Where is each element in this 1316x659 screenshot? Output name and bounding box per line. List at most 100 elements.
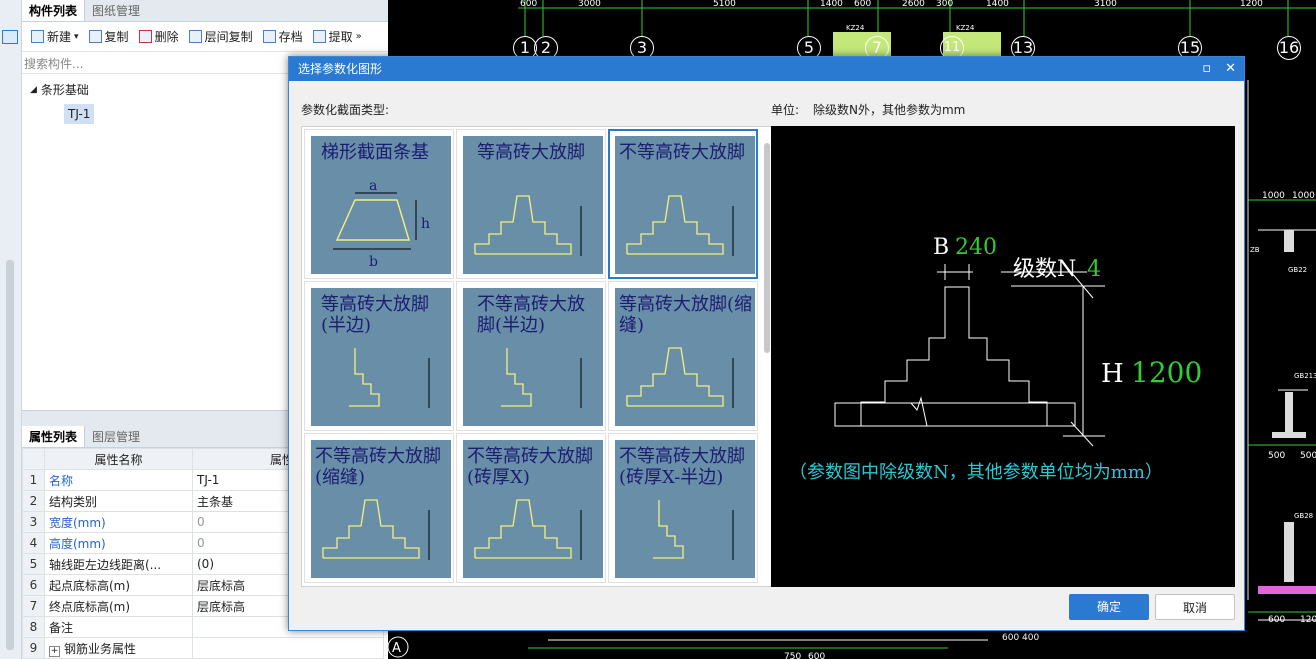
cad-dim-9: 3100 xyxy=(1094,0,1117,9)
cad-dim-7: 300 xyxy=(936,0,953,9)
property-name: 宽度(mm) xyxy=(44,511,193,533)
step-footing-figure xyxy=(626,195,734,256)
tab-layer-management[interactable]: 图层管理 xyxy=(85,426,147,447)
shape-thumbnail: 不等高砖大放脚 xyxy=(615,136,755,274)
extract-button[interactable]: 提取» xyxy=(308,28,367,45)
shape-equal-step-half[interactable]: 等高砖大放脚(半边) xyxy=(304,281,454,431)
cad-dim-right-5: 600 xyxy=(1268,615,1285,625)
delete-button[interactable]: 删除 xyxy=(134,28,184,45)
footing-outline xyxy=(626,347,724,407)
property-name-cell: + 钢筋业务属性 xyxy=(44,637,193,659)
dialog-title: 选择参数化图形 xyxy=(298,62,383,76)
table-row[interactable]: 9 + 钢筋业务属性 xyxy=(22,637,384,659)
shape-thumbnail: 等高砖大放脚 xyxy=(463,136,603,274)
gallery-scrollbar[interactable] xyxy=(764,143,770,353)
archive-icon xyxy=(262,30,276,43)
preview-h-label: H xyxy=(1101,359,1124,389)
step-footing-figure xyxy=(653,500,734,560)
shape-trapezoid[interactable]: 梯形截面条基 abh xyxy=(304,129,454,279)
cad-dim-bottom-2: 750 xyxy=(784,652,801,659)
copy-icon xyxy=(88,30,102,43)
row-number: 1 xyxy=(22,469,45,491)
more-icon[interactable]: » xyxy=(356,31,362,42)
new-icon xyxy=(31,30,44,43)
dropdown-arrow-icon: ▾ xyxy=(74,31,79,42)
property-name: 钢筋业务属性 xyxy=(64,641,137,656)
cad-dim-6: 2600 xyxy=(902,0,925,9)
tab-property-list[interactable]: 属性列表 xyxy=(22,426,86,447)
svg-text:a: a xyxy=(369,178,377,194)
cad-tag-3: GB22 xyxy=(1288,266,1307,274)
copy-button[interactable]: 复制 xyxy=(84,28,134,45)
component-toolbar: 新建 ▾ 复制 删除 层间复制 存档 提取» xyxy=(22,22,388,52)
unit-label: 单位: xyxy=(771,103,800,117)
preview-b-label: B xyxy=(933,235,949,260)
preview-drawing: B 240 级数N 4 H 1200 （参数图中除级数N，其他参数单位均为mm） xyxy=(789,235,1202,483)
shape-unequal-step[interactable]: 不等高砖大放脚 xyxy=(608,129,758,279)
tab-component-list[interactable]: 构件列表 xyxy=(22,0,86,21)
extract-label: 提取 xyxy=(328,30,353,44)
cad-dim-right-2: 1000 xyxy=(1292,191,1315,201)
panel-toggle-icon[interactable] xyxy=(2,30,18,44)
cad-tag-5: GB28 xyxy=(1294,512,1313,520)
archive-button[interactable]: 存档 xyxy=(258,28,308,45)
cancel-button[interactable]: 取消 xyxy=(1155,594,1235,620)
shape-thumbnail: 不等高砖大放脚(半边) xyxy=(463,288,603,426)
footing-outline xyxy=(474,195,572,255)
preview-b-value: 240 xyxy=(955,235,997,260)
tree-item-tj1[interactable]: TJ-1 xyxy=(64,104,95,124)
property-name: 起点底标高(m) xyxy=(44,574,193,596)
shape-equal-step[interactable]: 等高砖大放脚 xyxy=(456,129,606,279)
preview-h-value: 1200 xyxy=(1131,356,1202,389)
property-name: 轴线距左边线距离(... xyxy=(44,553,193,575)
shape-unequal-step-joint[interactable]: 不等高砖大放脚(缩缝) xyxy=(304,433,454,583)
step-footing-figure xyxy=(322,499,430,560)
cad-dim-right-6: 1200 xyxy=(1300,615,1316,625)
close-icon[interactable]: ✕ xyxy=(1225,57,1236,81)
shape-gallery: 梯形截面条基 abh 等高砖大放脚 不等高砖大放脚 等高砖大放脚(半边) 不等高… xyxy=(301,126,773,587)
cad-tag-4: GB213 xyxy=(1294,372,1316,380)
tab-drawing-management[interactable]: 图纸管理 xyxy=(85,0,147,21)
parametric-shape-dialog: 选择参数化图形 ▫ ✕ 参数化截面类型: 单位: 除级数N外，其他参数为mm 梯… xyxy=(288,56,1245,631)
property-value[interactable] xyxy=(192,637,384,659)
cad-dim-5: 600 xyxy=(854,0,871,9)
step-footing-figure xyxy=(501,348,582,408)
cad-dim-right-1: 1000 xyxy=(1262,191,1285,201)
preview-note: （参数图中除级数N，其他参数单位均为mm） xyxy=(789,462,1163,483)
shape-thumbnail: 梯形截面条基 abh xyxy=(311,136,451,274)
shape-unequal-step-half[interactable]: 不等高砖大放脚(半边) xyxy=(456,281,606,431)
cad-dim-2: 3000 xyxy=(578,0,601,9)
shape-equal-step-joint[interactable]: 等高砖大放脚(缩缝) xyxy=(608,281,758,431)
footing-outline xyxy=(653,500,684,559)
axis-label-a: A xyxy=(392,641,401,656)
cad-dim-bottom-1: 600 400 xyxy=(1002,633,1039,643)
row-number: 7 xyxy=(22,595,45,617)
shape-thumbnail: 不等高砖大放脚(砖厚X-半边) xyxy=(615,440,755,578)
collapse-triangle-icon[interactable]: ◢ xyxy=(30,80,37,100)
property-name: 名称 xyxy=(44,469,193,491)
cad-tag-1: KZ24 xyxy=(846,24,865,32)
dialog-titlebar[interactable]: 选择参数化图形 ▫ ✕ xyxy=(289,57,1244,81)
delete-icon xyxy=(138,30,152,43)
row-number: 3 xyxy=(22,511,45,533)
layer-copy-button[interactable]: 层间复制 xyxy=(184,28,258,45)
cad-dim-right-3: 500 xyxy=(1268,451,1285,461)
shape-unequal-step-brick[interactable]: 不等高砖大放脚(砖厚X) xyxy=(456,433,606,583)
left-scrollbar[interactable] xyxy=(6,260,14,650)
confirm-button[interactable]: 确定 xyxy=(1069,594,1149,620)
row-number: 9 xyxy=(22,637,45,659)
extract-icon xyxy=(312,30,326,43)
svg-text:b: b xyxy=(369,254,378,270)
layer-copy-icon xyxy=(188,30,202,43)
new-button[interactable]: 新建 ▾ xyxy=(26,28,84,45)
shape-thumbnail: 等高砖大放脚(缩缝) xyxy=(615,288,755,426)
maximize-icon[interactable]: ▫ xyxy=(1202,57,1211,81)
tree-group-label: 条形基础 xyxy=(40,83,89,97)
cad-dim-1: 600 xyxy=(520,0,537,9)
unit-text: 除级数N外，其他参数为mm xyxy=(813,103,966,117)
shape-unequal-step-brick-half[interactable]: 不等高砖大放脚(砖厚X-半边) xyxy=(608,433,758,583)
expand-plus-icon[interactable]: + xyxy=(49,645,60,657)
row-number: 6 xyxy=(22,574,45,596)
row-number: 5 xyxy=(22,553,45,575)
trapezoid-figure: a b h xyxy=(333,178,430,270)
